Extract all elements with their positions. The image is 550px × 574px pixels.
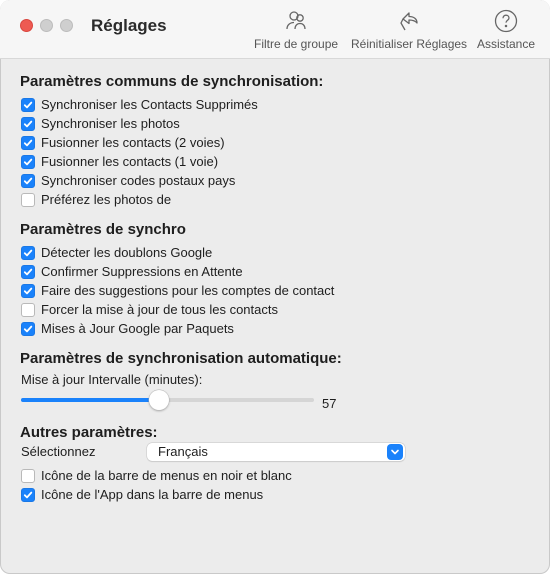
reset-label: Réinitialiser Réglages: [351, 37, 468, 51]
interval-slider-knob[interactable]: [148, 390, 169, 410]
chevron-down-icon: [387, 444, 403, 460]
sync-params-option-label: Détecter les doublons Google: [41, 245, 213, 260]
auto-sync-heading: Paramètres de synchronisation automatiqu…: [20, 350, 342, 367]
interval-slider-fill: [21, 398, 159, 402]
other-settings-option-label: Icône de l'App dans la barre de menus: [41, 487, 264, 502]
help-label: Assistance: [477, 37, 536, 51]
checkbox-checked[interactable]: [21, 97, 35, 112]
checkbox-unchecked[interactable]: [21, 192, 35, 207]
checkbox-unchecked[interactable]: [21, 302, 35, 317]
common-sync-heading: Paramètres communs de synchronisation:: [20, 73, 324, 90]
other-settings-option-label: Icône de la barre de menus en noir et bl…: [41, 468, 292, 483]
common-sync-option[interactable]: Synchroniser codes postaux pays: [21, 172, 235, 189]
common-sync-option-label: Synchroniser codes postaux pays: [41, 173, 236, 188]
reset-settings-button[interactable]: Réinitialiser Réglages: [351, 8, 468, 51]
language-select[interactable]: Français: [147, 443, 405, 461]
common-sync-option[interactable]: Préférez les photos de: [21, 191, 171, 208]
group-filter-label: Filtre de groupe: [254, 37, 339, 51]
minimize-window-button[interactable]: [40, 19, 53, 32]
common-sync-option-label: Fusionner les contacts (1 voie): [41, 154, 219, 169]
common-sync-option[interactable]: Fusionner les contacts (2 voies): [21, 134, 225, 151]
common-sync-option-label: Synchroniser les photos: [41, 116, 180, 131]
group-filter-button[interactable]: Filtre de groupe: [254, 8, 338, 51]
checkbox-checked[interactable]: [21, 283, 35, 298]
language-value: Français: [158, 444, 208, 459]
checkbox-checked[interactable]: [21, 264, 35, 279]
common-sync-option-label: Fusionner les contacts (2 voies): [41, 135, 225, 150]
other-settings-option[interactable]: Icône de l'App dans la barre de menus: [21, 486, 263, 503]
reset-icon: [351, 8, 464, 34]
checkbox-checked[interactable]: [21, 245, 35, 260]
common-sync-option-label: Préférez les photos de: [41, 192, 172, 207]
title-bar: Réglages Filtre de groupe Réinitialiser …: [0, 0, 550, 59]
close-window-button[interactable]: [20, 19, 33, 32]
settings-window: Réglages Filtre de groupe Réinitialiser …: [0, 0, 550, 574]
other-settings-heading: Autres paramètres:: [20, 424, 158, 441]
sync-params-option[interactable]: Forcer la mise à jour de tous les contac…: [21, 301, 278, 318]
sync-params-option-label: Faire des suggestions pour les comptes d…: [41, 283, 335, 298]
sync-params-option[interactable]: Mises à Jour Google par Paquets: [21, 320, 234, 337]
group-filter-icon: [254, 8, 338, 34]
common-sync-option-label: Synchroniser les Contacts Supprimés: [41, 97, 258, 112]
help-button[interactable]: Assistance: [477, 8, 535, 51]
checkbox-checked[interactable]: [21, 135, 35, 150]
checkbox-checked[interactable]: [21, 154, 35, 169]
checkbox-checked[interactable]: [21, 487, 35, 502]
checkbox-checked[interactable]: [21, 116, 35, 131]
common-sync-option[interactable]: Synchroniser les photos: [21, 115, 180, 132]
interval-label: Mise à jour Intervalle (minutes):: [21, 372, 203, 387]
zoom-window-button[interactable]: [60, 19, 73, 32]
select-label: Sélectionnez: [21, 444, 96, 459]
checkbox-checked[interactable]: [21, 173, 35, 188]
help-icon: [477, 8, 535, 34]
sync-params-option-label: Forcer la mise à jour de tous les contac…: [41, 302, 278, 317]
sync-params-option-label: Mises à Jour Google par Paquets: [41, 321, 234, 336]
checkbox-checked[interactable]: [21, 321, 35, 336]
common-sync-option[interactable]: Fusionner les contacts (1 voie): [21, 153, 218, 170]
window-title: Réglages: [91, 16, 167, 35]
sync-params-option[interactable]: Confirmer Suppressions en Attente: [21, 263, 243, 280]
sync-params-heading: Paramètres de synchro: [20, 221, 186, 238]
sync-params-option-label: Confirmer Suppressions en Attente: [41, 264, 243, 279]
interval-value: 57: [322, 396, 337, 411]
sync-params-option[interactable]: Détecter les doublons Google: [21, 244, 212, 261]
common-sync-option[interactable]: Synchroniser les Contacts Supprimés: [21, 96, 258, 113]
other-settings-option[interactable]: Icône de la barre de menus en noir et bl…: [21, 467, 292, 484]
checkbox-unchecked[interactable]: [21, 468, 35, 483]
sync-params-option[interactable]: Faire des suggestions pour les comptes d…: [21, 282, 334, 299]
